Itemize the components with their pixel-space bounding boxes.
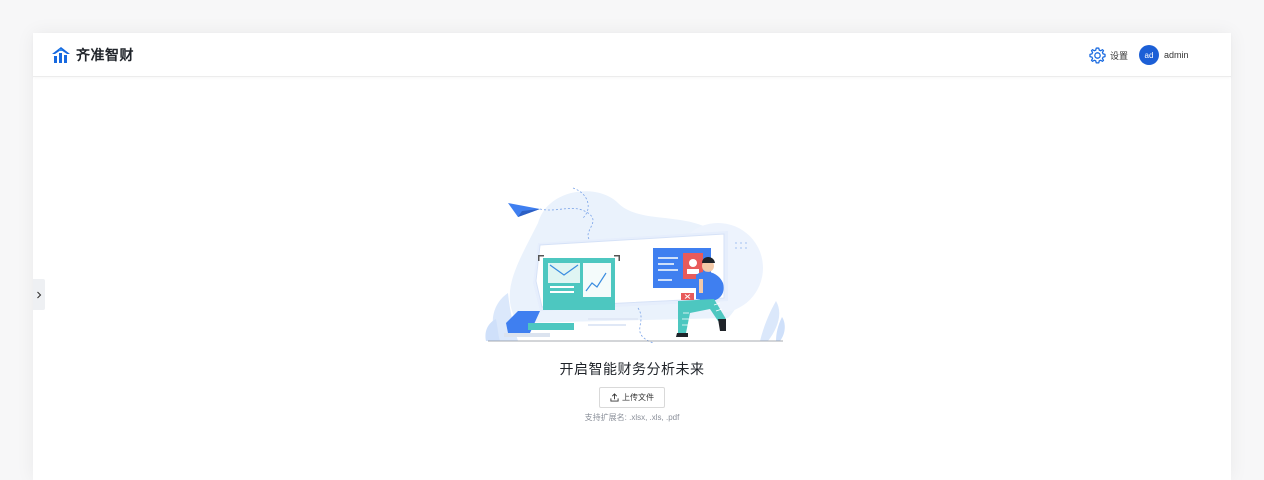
gear-icon (1089, 46, 1106, 63)
settings-label: 设置 (1110, 50, 1129, 61)
brand[interactable]: 齐准智财 (50, 44, 134, 66)
hero-title: 开启智能财务分析未来 (559, 361, 705, 377)
user-menu[interactable]: ad admin (1139, 44, 1189, 66)
avatar[interactable]: ad (1139, 45, 1159, 65)
app-window: 齐准智财 设置 ad admin 开启智能财务分析未来 上传文件 支持扩展名: … (33, 33, 1231, 480)
supported-extensions-hint: 支持扩展名: .xlsx, .xls, .pdf (584, 413, 680, 422)
upload-icon (610, 393, 619, 402)
upload-button-label: 上传文件 (622, 393, 654, 402)
sidebar-expand-button[interactable] (33, 279, 45, 310)
username: admin (1164, 50, 1189, 60)
settings-button[interactable]: 设置 (1088, 45, 1128, 65)
brand-name: 齐准智财 (76, 47, 134, 63)
logo-icon (52, 47, 70, 63)
top-navigation-bar: 齐准智财 设置 ad admin (33, 33, 1231, 77)
upload-file-button[interactable]: 上传文件 (599, 387, 665, 408)
chevron-right-icon (37, 291, 42, 298)
dashboard-illustration (485, 187, 785, 343)
